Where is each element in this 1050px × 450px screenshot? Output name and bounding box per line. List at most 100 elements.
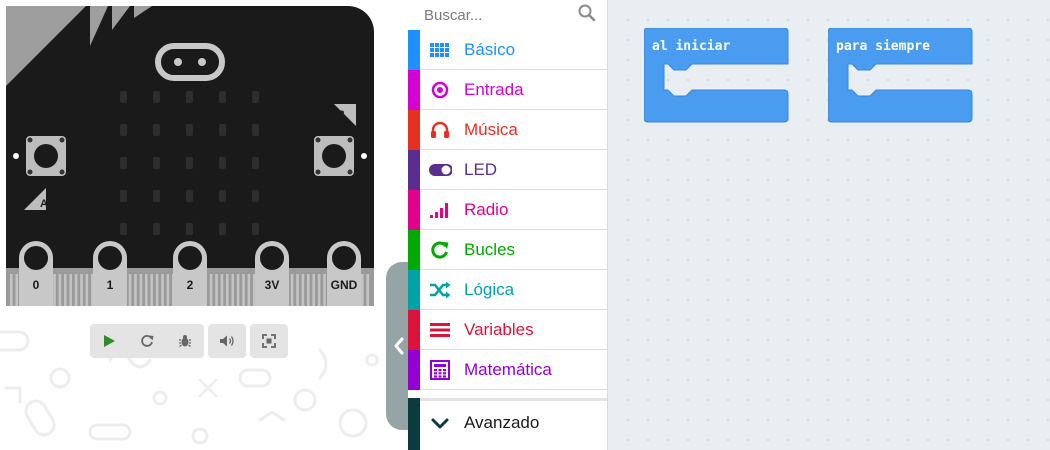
refresh-icon (428, 239, 452, 261)
category-musica[interactable]: Música (408, 110, 607, 150)
led (252, 91, 259, 103)
led (252, 190, 259, 202)
play-icon (104, 335, 115, 347)
calculator-icon (428, 359, 452, 381)
sound-button[interactable] (208, 324, 246, 358)
chevron-down-icon (428, 413, 452, 435)
debug-icon (179, 335, 191, 348)
led (120, 124, 127, 136)
led (186, 124, 193, 136)
blocks-workspace[interactable]: al iniciar para siempre (608, 0, 1050, 450)
fullscreen-icon (262, 334, 276, 348)
category-label: Avanzado (464, 413, 540, 432)
pin-2[interactable]: 2 (173, 241, 207, 306)
category-color-bar (408, 350, 420, 390)
pin-0[interactable]: 0 (19, 241, 53, 306)
fullscreen-button[interactable] (250, 324, 288, 358)
pin-label: GND (331, 278, 358, 292)
category-color-bar (408, 310, 420, 350)
category-label: Radio (464, 200, 509, 219)
led (120, 223, 127, 235)
pin-gnd[interactable]: GND (327, 241, 361, 306)
pin-label: 2 (187, 278, 194, 292)
sim-controls-sound (208, 324, 246, 358)
debug-button[interactable] (166, 324, 204, 358)
collapse-simulator-button[interactable] (386, 262, 408, 430)
led (252, 223, 259, 235)
simulator-panel: A B 0 1 2 3V GND (0, 0, 408, 450)
forever-block-label: para siempre (836, 39, 930, 54)
pin-label: 1 (107, 278, 114, 292)
category-variables[interactable]: Variables (408, 310, 607, 350)
category-color-bar (408, 230, 420, 270)
category-logica[interactable]: Lógica (408, 270, 607, 310)
category-advanced[interactable]: Avanzado (408, 398, 607, 450)
led (153, 190, 160, 202)
toggle-icon (428, 159, 452, 181)
led (153, 223, 160, 235)
category-basico[interactable]: Básico (408, 30, 607, 70)
pin-3v[interactable]: 3V (255, 241, 289, 306)
category-bucles[interactable]: Bucles (408, 230, 607, 270)
category-label: LED (464, 160, 498, 179)
restart-button[interactable] (128, 324, 166, 358)
play-button[interactable] (90, 324, 128, 358)
restart-icon (141, 335, 154, 347)
led (153, 91, 160, 103)
led (120, 91, 127, 103)
led (186, 157, 193, 169)
sound-icon (220, 335, 234, 347)
led (219, 190, 226, 202)
led (186, 223, 193, 235)
pin-label: 0 (33, 278, 40, 292)
on-start-block-label: al iniciar (652, 39, 731, 54)
category-matematica[interactable]: Matemática (408, 350, 607, 390)
category-label: Lógica (464, 280, 515, 299)
button-b[interactable] (314, 136, 354, 176)
category-color-bar (408, 70, 420, 110)
category-label: Música (464, 120, 518, 139)
button-a[interactable] (26, 136, 66, 176)
button-a-label: A (40, 198, 48, 210)
forever-block[interactable]: para siempre (827, 27, 976, 128)
category-led[interactable]: LED (408, 150, 607, 190)
led (252, 157, 259, 169)
led (219, 157, 226, 169)
led (219, 223, 226, 235)
led (153, 124, 160, 136)
headphones-icon (428, 119, 452, 141)
category-entrada[interactable]: Entrada (408, 70, 607, 110)
microbit-board: A B 0 1 2 3V GND (6, 6, 374, 306)
category-label: Bucles (464, 240, 516, 259)
sim-controls-main (90, 324, 204, 358)
led (120, 190, 127, 202)
chevron-left-icon (394, 337, 404, 355)
pin-1[interactable]: 1 (93, 241, 127, 306)
grid-icon (428, 39, 452, 61)
led (186, 91, 193, 103)
led (219, 124, 226, 136)
category-label: Variables (464, 320, 534, 339)
signal-bars-icon (428, 199, 452, 221)
category-color-bar (408, 30, 420, 70)
led (153, 157, 160, 169)
category-label: Entrada (464, 80, 524, 99)
button-b-label: B (337, 109, 345, 121)
led (252, 124, 259, 136)
category-color-bar (408, 150, 420, 190)
shuffle-icon (428, 279, 452, 301)
category-radio[interactable]: Radio (408, 190, 607, 230)
category-color-bar (408, 398, 420, 450)
list-icon (428, 319, 452, 341)
pin-label: 3V (265, 278, 280, 292)
category-color-bar (408, 110, 420, 150)
on-start-block[interactable]: al iniciar (643, 27, 792, 128)
led (219, 91, 226, 103)
category-label: Básico (464, 40, 516, 59)
category-color-bar (408, 190, 420, 230)
search-icon[interactable] (577, 3, 597, 23)
led (120, 157, 127, 169)
led (186, 190, 193, 202)
sim-controls-fullscreen (250, 324, 288, 358)
category-label: Matemática (464, 360, 552, 379)
